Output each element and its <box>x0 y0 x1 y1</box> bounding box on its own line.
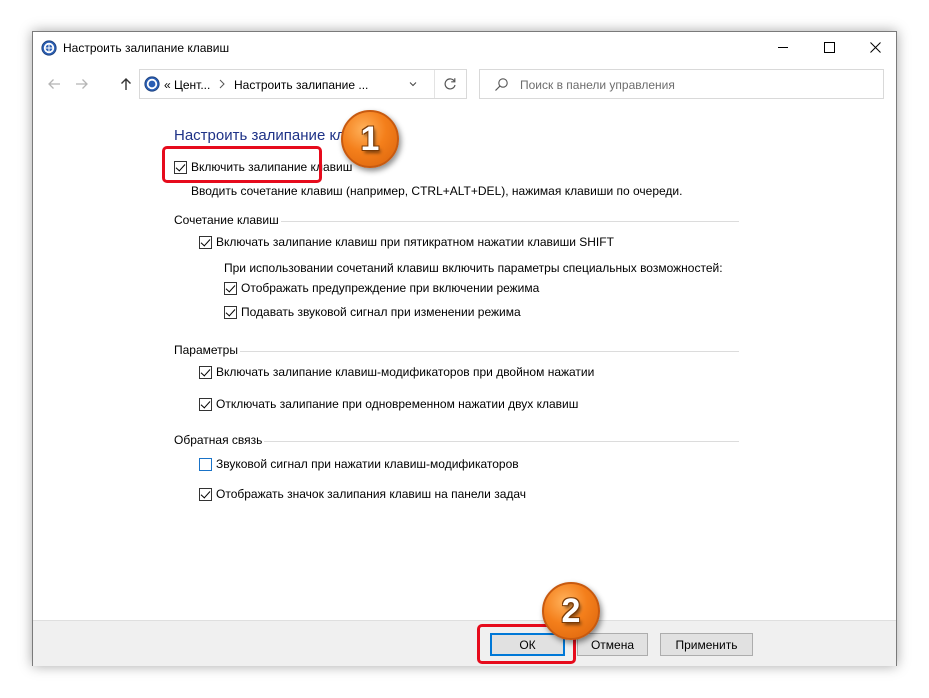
turn-off-two-keys-checkbox[interactable]: Отключать залипание при одновременном на… <box>199 397 578 411</box>
lock-modifier-twice-checkbox[interactable]: Включать залипание клавиш-модификаторов … <box>199 365 594 379</box>
show-taskbar-icon-checkbox[interactable]: Отображать значок залипания клавиш на па… <box>199 487 526 501</box>
dialog-footer: ОК Отмена Применить <box>33 620 896 666</box>
sound-on-modifier-checkbox[interactable]: Звуковой сигнал при нажатии клавиш-модиф… <box>199 457 519 471</box>
step-1-badge: 1 <box>341 110 399 168</box>
checkbox-label: Включать залипание клавиш при пятикратно… <box>216 235 614 249</box>
checkbox-box[interactable] <box>199 365 212 379</box>
checkbox-box[interactable] <box>199 235 212 249</box>
shortcut-sub-caption: При использовании сочетаний клавиш включ… <box>224 261 723 275</box>
checkbox-label: Отображать значок залипания клавиш на па… <box>216 487 527 501</box>
checkbox-box[interactable] <box>224 281 237 295</box>
checkbox-label: Подавать звуковой сигнал при изменении р… <box>241 305 521 319</box>
group-divider <box>174 351 739 352</box>
checkbox-label: Отключать залипание при одновременном на… <box>216 397 579 411</box>
checkbox-box[interactable] <box>224 305 237 319</box>
group-label-feedback: Обратная связь <box>174 433 265 447</box>
checkbox-label: Включать залипание клавиш-модификаторов … <box>216 365 595 379</box>
show-warning-checkbox[interactable]: Отображать предупреждение при включении … <box>224 281 539 295</box>
sticky-keys-window: Настроить залипание клавиш « Цент... Нас… <box>32 31 897 666</box>
checkbox-box[interactable] <box>199 397 212 411</box>
checkbox-label: Отображать предупреждение при включении … <box>241 281 540 295</box>
step-2-badge: 2 <box>542 582 600 640</box>
group-label-shortcut: Сочетание клавиш <box>174 213 281 227</box>
cancel-button[interactable]: Отмена <box>577 633 648 656</box>
main-content: Настроить залипание кл Включить залипани… <box>33 32 896 665</box>
checkbox-box[interactable] <box>199 487 212 501</box>
highlight-enable-sticky-keys <box>162 146 322 183</box>
shift-five-times-checkbox[interactable]: Включать залипание клавиш при пятикратно… <box>199 235 614 249</box>
play-sound-checkbox[interactable]: Подавать звуковой сигнал при изменении р… <box>224 305 521 319</box>
checkbox-box[interactable] <box>199 457 212 471</box>
checkbox-label: Звуковой сигнал при нажатии клавиш-модиф… <box>216 457 519 471</box>
apply-button[interactable]: Применить <box>660 633 753 656</box>
page-title: Настроить залипание кл <box>174 127 345 144</box>
group-label-options: Параметры <box>174 343 240 357</box>
sticky-keys-description: Вводить сочетание клавиш (например, CTRL… <box>191 184 683 198</box>
